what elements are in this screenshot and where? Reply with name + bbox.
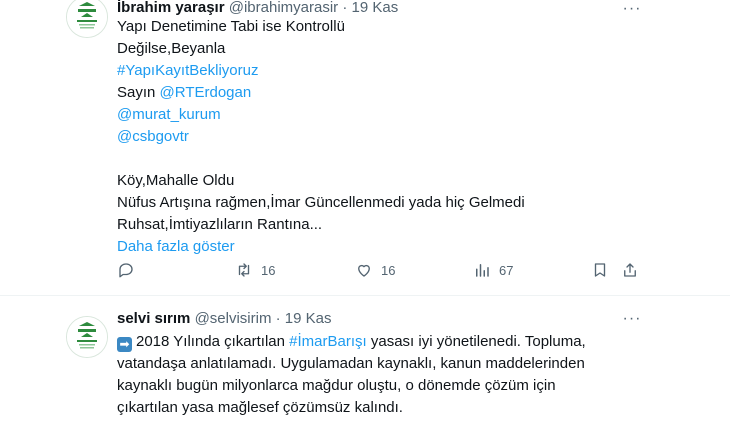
views-button[interactable]: 67 [473,259,513,281]
text-line: Ruhsat,İmtiyazlıların Rantına... [117,216,323,233]
text-line: Sayın @RTErdogan [117,82,637,104]
text-line: kaynaklı bugün milyonlarca mağdur oluştu… [117,377,556,394]
author-name[interactable]: selvi sırım [117,310,190,327]
text-line: Değilse,Beyanla [117,40,226,57]
retweet-count: 16 [261,262,276,278]
show-more-link[interactable]: Daha fazla göster [117,236,637,258]
like-icon [358,264,370,277]
tweet-time[interactable]: 19 Kas [352,0,399,16]
like-count: 16 [381,262,396,278]
hashtag-link[interactable]: #YapıKayıtBekliyoruz [117,60,637,82]
hashtag-link[interactable]: #İmarBarışı [289,333,367,350]
share-button[interactable] [621,259,639,281]
share-icon [624,263,636,277]
reply-icon [119,263,133,278]
author-name[interactable]: İbrahim yaraşır [117,0,225,16]
mention-link[interactable]: @murat_kurum [117,104,637,126]
text-line: Yapı Denetimine Tabi ise Kontrollü [117,18,345,35]
views-count: 67 [499,262,514,278]
bookmark-button[interactable] [591,259,609,281]
tweet-header: selvi sırım @selvisirim · 19 Kas [117,309,332,329]
imar-logo-icon [67,0,107,37]
tweet-text: Yapı Denetimine Tabi ise Kontrollü Değil… [117,16,637,258]
retweet-button[interactable]: 16 [235,259,275,281]
more-options-icon[interactable]: ··· [622,309,642,329]
avatar[interactable] [66,316,108,358]
text-line: Nüfus Artışına rağmen,İmar Güncellenmedi… [117,194,525,211]
views-icon [476,264,489,277]
like-button[interactable]: 16 [355,259,395,281]
author-handle[interactable]: @ibrahimyarasir [229,0,338,16]
text-fragment: 2018 Yılında çıkartılan [136,333,290,350]
text-line: ➡ 2018 Yılında çıkartılan #İmarBarışı yas… [117,331,637,353]
avatar[interactable] [66,0,108,38]
text-line: Köy,Mahalle Oldu [117,172,235,189]
text-line: çıkartılan yasa mağlesef çözümsüz kalınd… [117,399,403,416]
reply-button[interactable] [117,259,135,281]
tweet[interactable]: selvi sırım @selvisirim · 19 Kas ··· ➡ 20… [0,296,730,426]
separator-dot: · [275,310,281,327]
separator-dot: · [342,0,348,16]
tweet-text: ➡ 2018 Yılında çıkartılan #İmarBarışı yas… [117,331,637,419]
text-fragment: yasası iyi yönetilenedi. Topluma, [366,333,586,350]
text-line: vatandaşa anlatılamadı. Uygulamadan kayn… [117,355,585,372]
text-prefix: Sayın [117,84,160,101]
mention-link[interactable]: @RTErdogan [160,84,252,101]
retweet-icon [238,263,250,277]
arrow-right-icon: ➡ [117,337,132,352]
tweet[interactable]: İbrahim yaraşır @ibrahimyarasir · 19 Kas… [0,0,730,290]
author-handle[interactable]: @selvisirim [195,310,272,327]
imar-logo-icon [67,317,107,357]
bookmark-icon [594,263,606,277]
tweet-actions: 16 16 67 [117,259,647,281]
tweet-time[interactable]: 19 Kas [285,310,332,327]
mention-link[interactable]: @csbgovtr [117,126,637,148]
